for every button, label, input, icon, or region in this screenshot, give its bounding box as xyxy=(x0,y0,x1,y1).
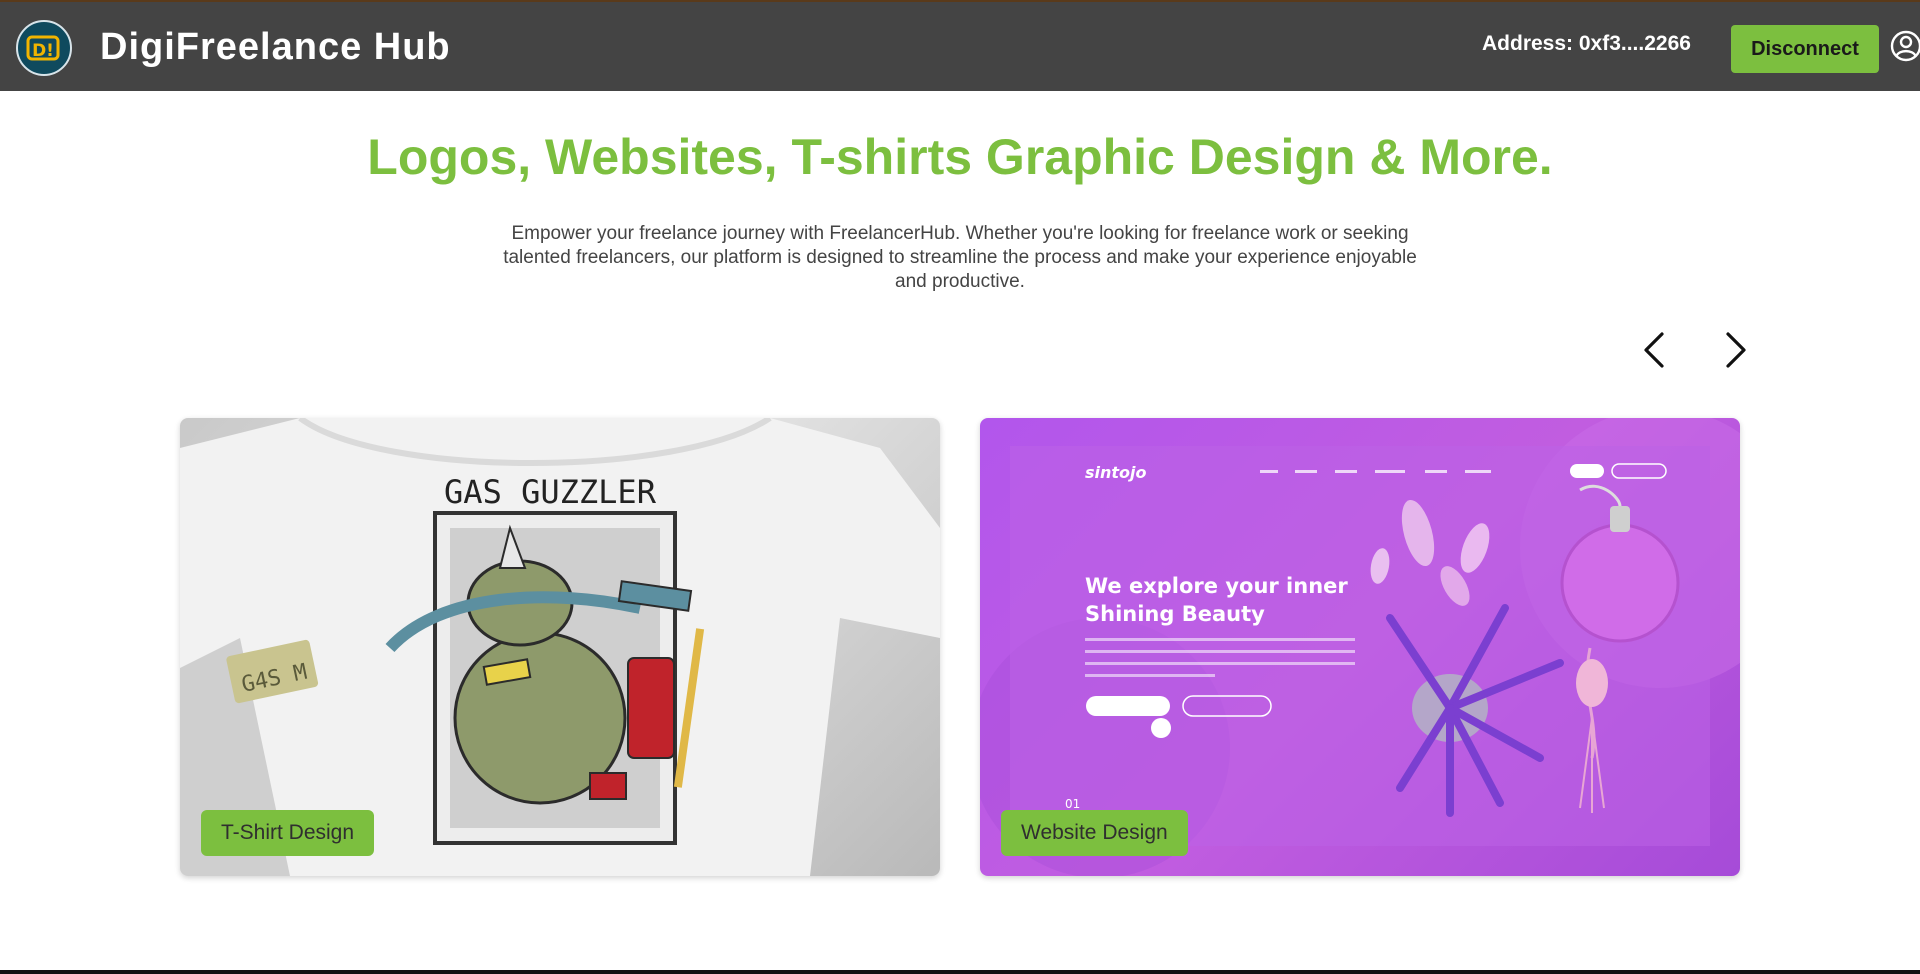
hero-title: Logos, Websites, T-shirts Graphic Design… xyxy=(367,129,1553,185)
hero-description: Empower your freelance journey with Free… xyxy=(503,223,1417,292)
card-label-website-design[interactable]: Website Design xyxy=(1001,810,1188,856)
website-design-image: sintojo We explore your inner Shining Be… xyxy=(980,418,1740,876)
svg-text:GAS GUZZLER: GAS GUZZLER xyxy=(444,473,657,511)
logo[interactable]: D! xyxy=(16,20,72,76)
wallet-address: Address: 0xf3....2266 xyxy=(1482,32,1691,55)
category-card-tshirt[interactable]: G4S M GAS GUZZLER T-Shirt Design xyxy=(180,418,940,876)
chevron-left-icon[interactable] xyxy=(1638,330,1674,370)
svg-text:D!: D! xyxy=(32,41,54,61)
top-navbar: D! DigiFreelance Hub Address: 0xf3....22… xyxy=(0,0,1920,91)
user-circle-icon[interactable] xyxy=(1889,29,1920,63)
logo-icon: D! xyxy=(26,35,60,61)
card-label-tshirt-design[interactable]: T-Shirt Design xyxy=(201,810,375,856)
svg-text:We explore your inner: We explore your inner xyxy=(1085,574,1348,598)
tshirt-design-image: G4S M GAS GUZZLER xyxy=(180,418,940,876)
chevron-right-icon[interactable] xyxy=(1716,330,1752,370)
category-card-website[interactable]: sintojo We explore your inner Shining Be… xyxy=(980,418,1740,876)
svg-text:01: 01 xyxy=(1065,797,1080,811)
svg-text:sintojo: sintojo xyxy=(1085,463,1147,482)
svg-text:Shining Beauty: Shining Beauty xyxy=(1085,602,1265,626)
brand-name[interactable]: DigiFreelance Hub xyxy=(100,26,451,69)
bottom-divider xyxy=(0,970,1920,974)
disconnect-button[interactable]: Disconnect xyxy=(1731,25,1879,73)
